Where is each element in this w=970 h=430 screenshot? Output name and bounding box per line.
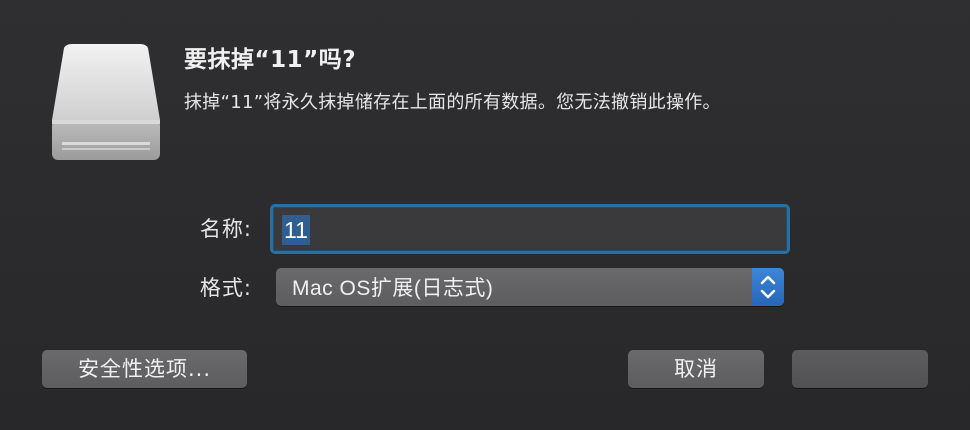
format-select[interactable]: Mac OS扩展(日志式) bbox=[276, 268, 784, 306]
name-input-value: 11 bbox=[282, 215, 310, 245]
name-input[interactable]: 11 bbox=[270, 204, 790, 254]
format-label: 格式: bbox=[199, 276, 252, 300]
name-label: 名称: bbox=[199, 217, 252, 241]
external-drive-icon bbox=[50, 42, 162, 162]
format-select-value: Mac OS扩展(日志式) bbox=[292, 277, 494, 300]
dialog-title: 要抹掉“11”吗? bbox=[184, 47, 357, 73]
security-options-button[interactable]: 安全性选项... bbox=[42, 350, 247, 388]
dialog-message: 抹掉“11”将永久抹掉储存在上面的所有数据。您无法撤销此操作。 bbox=[184, 92, 721, 113]
erase-dialog: 要抹掉“11”吗? 抹掉“11”将永久抹掉储存在上面的所有数据。您无法撤销此操作… bbox=[0, 0, 970, 430]
cancel-button[interactable]: 取消 bbox=[628, 350, 764, 388]
chevron-up-down-icon[interactable] bbox=[752, 268, 784, 306]
erase-button[interactable] bbox=[792, 350, 928, 388]
